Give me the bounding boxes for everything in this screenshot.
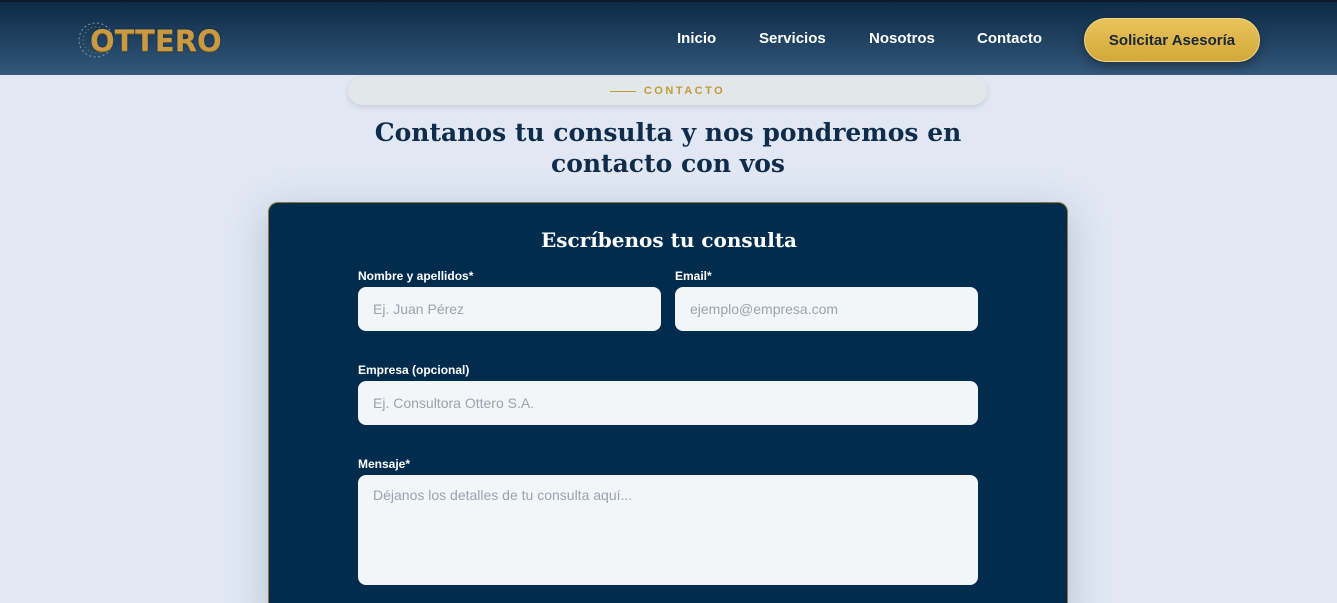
site-header: OTTERO Inicio Servicios Nosotros Contact…: [0, 0, 1337, 75]
company-input[interactable]: [358, 381, 978, 425]
logo-text: OTTERO: [90, 24, 222, 58]
company-label: Empresa (opcional): [358, 363, 470, 377]
nav-item-inicio[interactable]: Inicio: [677, 30, 716, 47]
request-advice-button[interactable]: Solicitar Asesoría: [1084, 18, 1260, 62]
section-eyebrow: CONTACTO: [348, 77, 987, 105]
message-textarea[interactable]: [358, 475, 978, 585]
email-label: Email*: [675, 269, 712, 283]
nav-item-servicios[interactable]: Servicios: [759, 30, 826, 47]
section-title: Contanos tu consulta y nos pondremos en …: [374, 118, 962, 178]
nav-item-contacto[interactable]: Contacto: [977, 30, 1042, 47]
nav-item-nosotros[interactable]: Nosotros: [869, 30, 935, 47]
name-label: Nombre y apellidos*: [358, 269, 474, 283]
name-input[interactable]: [358, 287, 661, 331]
ottero-logo[interactable]: OTTERO: [76, 20, 226, 60]
email-input[interactable]: [675, 287, 978, 331]
message-label: Mensaje*: [358, 457, 411, 471]
eyebrow-divider: [609, 90, 636, 92]
contact-form-card: Escríbenos tu consulta Nombre y apellido…: [268, 202, 1068, 603]
form-title: Escríbenos tu consulta: [540, 228, 798, 252]
eyebrow-text: CONTACTO: [643, 85, 726, 97]
